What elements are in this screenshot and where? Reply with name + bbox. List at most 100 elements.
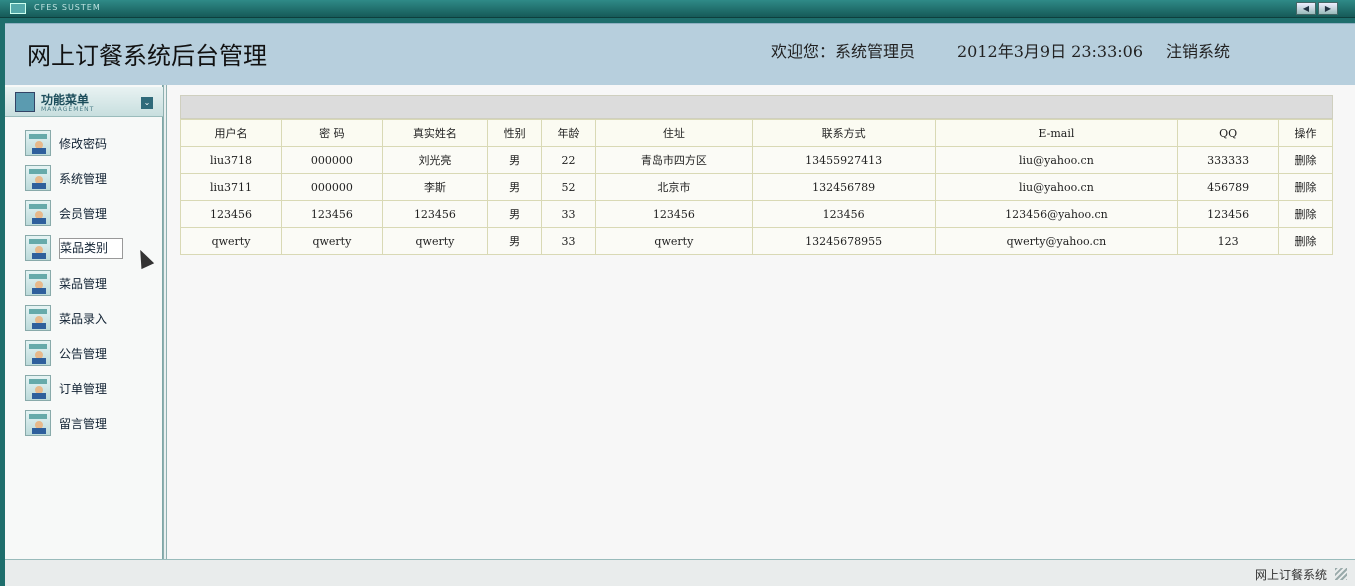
cell-username: liu3711 <box>179 173 283 201</box>
sidebar-item-label: 修改密码 <box>59 137 108 151</box>
sidebar-item-label: 订单管理 <box>59 382 108 396</box>
cell-age: 33 <box>541 200 596 228</box>
cell-qq: 333333 <box>1177 146 1280 174</box>
cell-qq: 456789 <box>1177 173 1280 201</box>
delete-link[interactable]: 删除 <box>1278 227 1333 255</box>
sidebar-item-label: 菜品类别 <box>59 238 124 259</box>
column-header: 用户名 <box>179 119 283 147</box>
sidebar-item-label: 公告管理 <box>59 347 108 361</box>
sidebar-item-change-password[interactable]: 修改密码 <box>23 128 163 158</box>
sidebar-item-system[interactable]: 系统管理 <box>23 163 163 193</box>
column-header: 年龄 <box>541 119 596 147</box>
user-icon <box>25 305 51 331</box>
sidebar-item-label: 留言管理 <box>59 417 108 431</box>
menu-subtitle: MANAGEMENT <box>41 106 95 113</box>
cell-gender: 男 <box>487 173 543 201</box>
resize-grip-icon[interactable] <box>1335 568 1347 580</box>
cell-realname: 刘光亮 <box>381 146 489 174</box>
column-header: 性别 <box>487 119 543 147</box>
status-bar: 网上订餐系统 <box>5 559 1355 586</box>
welcome-text: 欢迎您：系统管理员 <box>771 42 916 61</box>
table-row: liu3711 000000 李斯 男 52 北京市 132456789 liu… <box>179 173 1333 201</box>
menu-icon <box>15 92 35 112</box>
page-header: 网上订餐系统后台管理 欢迎您：系统管理员 2012年3月9日 23:33:06 … <box>5 23 1355 85</box>
cell-realname: 123456 <box>381 200 489 228</box>
cell-email: liu@yahoo.cn <box>934 173 1179 201</box>
cell-gender: 男 <box>487 146 543 174</box>
sidebar-item-label: 菜品录入 <box>59 312 108 326</box>
page-title: 网上订餐系统后台管理 <box>27 42 267 70</box>
sidebar-item-label: 菜品管理 <box>59 277 108 291</box>
cell-username: liu3718 <box>179 146 283 174</box>
window-titlebar: CFES SUSTEM ◀ ▶ <box>0 0 1355 18</box>
table-row: qwerty qwerty qwerty 男 33 qwerty 1324567… <box>179 227 1333 255</box>
table-row: liu3718 000000 刘光亮 男 22 青岛市四方区 134559274… <box>179 146 1333 174</box>
cell-qq: 123456 <box>1177 200 1280 228</box>
table-header-row: 用户名 密 码 真实姓名 性别 年龄 住址 联系方式 E-mail QQ 操作 <box>179 119 1333 147</box>
cell-password: qwerty <box>281 227 383 255</box>
cell-gender: 男 <box>487 200 543 228</box>
cell-address: qwerty <box>594 227 753 255</box>
user-icon <box>25 130 51 156</box>
user-icon <box>25 375 51 401</box>
cell-phone: 13245678955 <box>751 227 936 255</box>
status-text: 网上订餐系统 <box>1254 568 1327 582</box>
cell-password: 123456 <box>281 200 383 228</box>
table-row: 123456 123456 123456 男 33 123456 123456 … <box>179 200 1333 228</box>
sidebar-item-announcements[interactable]: 公告管理 <box>23 338 163 368</box>
cell-age: 22 <box>541 146 596 174</box>
sidebar-item-label: 系统管理 <box>59 172 108 186</box>
cell-email: 123456@yahoo.cn <box>934 200 1179 228</box>
nav-next-button[interactable]: ▶ <box>1318 2 1338 15</box>
cell-address: 北京市 <box>594 173 753 201</box>
system-label: CFES SUSTEM <box>34 3 101 12</box>
column-header: QQ <box>1177 119 1280 147</box>
column-header: E-mail <box>934 119 1179 147</box>
cell-address: 青岛市四方区 <box>594 146 753 174</box>
main-content: 用户名 密 码 真实姓名 性别 年龄 住址 联系方式 E-mail QQ 操作 … <box>167 85 1355 559</box>
column-header: 操作 <box>1278 119 1333 147</box>
cell-email: liu@yahoo.cn <box>934 146 1179 174</box>
user-icon <box>25 270 51 296</box>
cell-realname: qwerty <box>381 227 489 255</box>
sidebar-item-orders[interactable]: 订单管理 <box>23 373 163 403</box>
sidebar: 功能菜单 MANAGEMENT ⌄ 修改密码 系统管理 会员管理 菜品类别 菜品… <box>5 85 163 559</box>
table-toolbar <box>180 95 1333 119</box>
delete-link[interactable]: 删除 <box>1278 200 1333 228</box>
user-icon <box>25 165 51 191</box>
cell-phone: 132456789 <box>751 173 936 201</box>
sidebar-item-messages[interactable]: 留言管理 <box>23 408 163 438</box>
delete-link[interactable]: 删除 <box>1278 173 1333 201</box>
cell-age: 52 <box>541 173 596 201</box>
nav-prev-button[interactable]: ◀ <box>1296 2 1316 15</box>
sidebar-item-dish-entry[interactable]: 菜品录入 <box>23 303 163 333</box>
user-icon <box>25 200 51 226</box>
cell-address: 123456 <box>594 200 753 228</box>
cell-password: 000000 <box>281 173 383 201</box>
cell-phone: 13455927413 <box>751 146 936 174</box>
cell-age: 33 <box>541 227 596 255</box>
sidebar-item-members[interactable]: 会员管理 <box>23 198 163 228</box>
system-icon <box>10 3 26 14</box>
menu-header: 功能菜单 MANAGEMENT ⌄ <box>5 87 163 117</box>
cell-realname: 李斯 <box>381 173 489 201</box>
logout-link[interactable]: 注销系统 <box>1166 38 1230 62</box>
sidebar-item-label: 会员管理 <box>59 207 108 221</box>
cell-qq: 123 <box>1177 227 1280 255</box>
collapse-icon[interactable]: ⌄ <box>141 97 153 109</box>
cell-username: qwerty <box>179 227 283 255</box>
cell-phone: 123456 <box>751 200 936 228</box>
column-header: 住址 <box>594 119 753 147</box>
cell-password: 000000 <box>281 146 383 174</box>
delete-link[interactable]: 删除 <box>1278 146 1333 174</box>
user-icon <box>25 340 51 366</box>
members-table: 用户名 密 码 真实姓名 性别 年龄 住址 联系方式 E-mail QQ 操作 … <box>179 119 1333 255</box>
datetime-text: 2012年3月9日 23:33:06 <box>957 42 1144 61</box>
column-header: 联系方式 <box>751 119 936 147</box>
cell-email: qwerty@yahoo.cn <box>934 227 1179 255</box>
column-header: 真实姓名 <box>381 119 489 147</box>
cell-gender: 男 <box>487 227 543 255</box>
cell-username: 123456 <box>179 200 283 228</box>
sidebar-item-dish-manage[interactable]: 菜品管理 <box>23 268 163 298</box>
user-icon <box>25 235 51 261</box>
